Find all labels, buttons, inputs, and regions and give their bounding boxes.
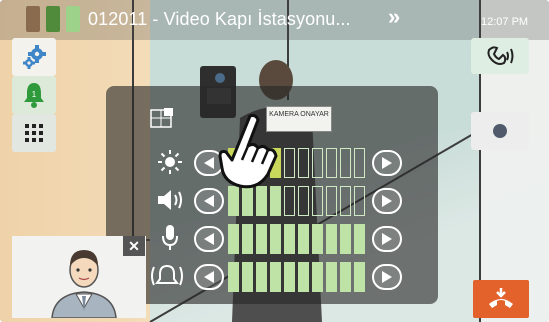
ringtone-volume-level-segment[interactable] <box>242 262 253 292</box>
top-status-bar: 012011 - Video Kapı İstasyonu... » 12:07… <box>0 0 549 40</box>
settings-button[interactable] <box>12 38 56 76</box>
speaker-volume-level-segment[interactable] <box>354 186 365 216</box>
brightness-level-segment[interactable] <box>326 148 337 178</box>
microphone-icon <box>156 224 184 252</box>
ringtone-volume-level-segment[interactable] <box>354 262 365 292</box>
clock-time: 12:07 PM <box>481 16 529 28</box>
tap-hand-icon <box>218 114 278 189</box>
expand-chevron-icon[interactable]: » <box>388 4 400 30</box>
microphone-volume-level-segment[interactable] <box>340 224 351 254</box>
status-bar-segment <box>26 6 40 32</box>
speaker-icon <box>156 186 184 214</box>
keypad-icon <box>25 124 43 142</box>
microphone-volume-decrease-button[interactable] <box>194 226 224 252</box>
microphone-volume-level-segment[interactable] <box>242 224 253 254</box>
bell-icon: 1 <box>24 83 44 108</box>
microphone-volume-level-segment[interactable] <box>326 224 337 254</box>
ringtone-volume-level-segment[interactable] <box>256 262 267 292</box>
microphone-volume-level-segment[interactable] <box>228 224 239 254</box>
brightness-level-segment[interactable] <box>340 148 351 178</box>
ringtone-volume-level-segment[interactable] <box>270 262 281 292</box>
microphone-volume-level-segment[interactable] <box>284 224 295 254</box>
ringtone-volume-adjuster <box>194 262 412 292</box>
status-bar-segment <box>46 6 60 32</box>
gear-icon <box>23 45 46 69</box>
hang-up-icon <box>489 288 513 308</box>
ringtone-volume-level-segment[interactable] <box>284 262 295 292</box>
status-bar-segment <box>66 6 80 32</box>
ringtone-volume-level-segment[interactable] <box>312 262 323 292</box>
brightness-increase-button[interactable] <box>372 150 402 176</box>
keypad-button[interactable] <box>12 114 56 152</box>
ringtone-volume-level-segment[interactable] <box>326 262 337 292</box>
speaker-volume-level-segment[interactable] <box>312 186 323 216</box>
bell-ring-icon <box>150 262 184 290</box>
microphone-volume-level-segment[interactable] <box>270 224 281 254</box>
speaker-volume-level-segment[interactable] <box>340 186 351 216</box>
microphone-volume-level-segment[interactable] <box>354 224 365 254</box>
video-intercom-screen: 012011 - Video Kapı İstasyonu... » 12:07… <box>0 0 549 322</box>
speaker-volume-level-segment[interactable] <box>298 186 309 216</box>
microphone-volume-increase-button[interactable] <box>372 226 402 252</box>
ringtone-volume-level-segment[interactable] <box>228 262 239 292</box>
sun-icon <box>156 148 184 176</box>
ringtone-volume-decrease-button[interactable] <box>194 264 224 290</box>
microphone-volume-level-segment[interactable] <box>256 224 267 254</box>
speaker-volume-level-segment[interactable] <box>326 186 337 216</box>
microphone-volume-adjuster <box>194 224 412 254</box>
ringtone-volume-increase-button[interactable] <box>372 264 402 290</box>
brightness-level-segment[interactable] <box>284 148 295 178</box>
ringtone-volume-level[interactable] <box>228 262 370 292</box>
ringtone-volume-level-segment[interactable] <box>298 262 309 292</box>
talk-speaker-icon <box>487 46 514 65</box>
speaker-volume-increase-button[interactable] <box>372 188 402 214</box>
brightness-level-segment[interactable] <box>298 148 309 178</box>
microphone-volume-level[interactable] <box>228 224 370 254</box>
end-call-button[interactable] <box>473 280 529 318</box>
camera-zoom-icon[interactable] <box>148 104 176 132</box>
talk-button[interactable] <box>471 38 529 74</box>
close-icon[interactable]: ✕ <box>123 236 145 256</box>
speaker-volume-level-segment[interactable] <box>284 186 295 216</box>
brightness-level-segment[interactable] <box>354 148 365 178</box>
notification-button[interactable]: 1 <box>12 76 56 114</box>
notification-badge: 1 <box>32 90 37 99</box>
record-button[interactable] <box>471 112 529 150</box>
station-title: 012011 - Video Kapı İstasyonu... <box>88 9 351 29</box>
microphone-volume-level-segment[interactable] <box>298 224 309 254</box>
microphone-volume-level-segment[interactable] <box>312 224 323 254</box>
record-icon <box>493 124 507 138</box>
brightness-level-segment[interactable] <box>312 148 323 178</box>
ringtone-volume-level-segment[interactable] <box>340 262 351 292</box>
